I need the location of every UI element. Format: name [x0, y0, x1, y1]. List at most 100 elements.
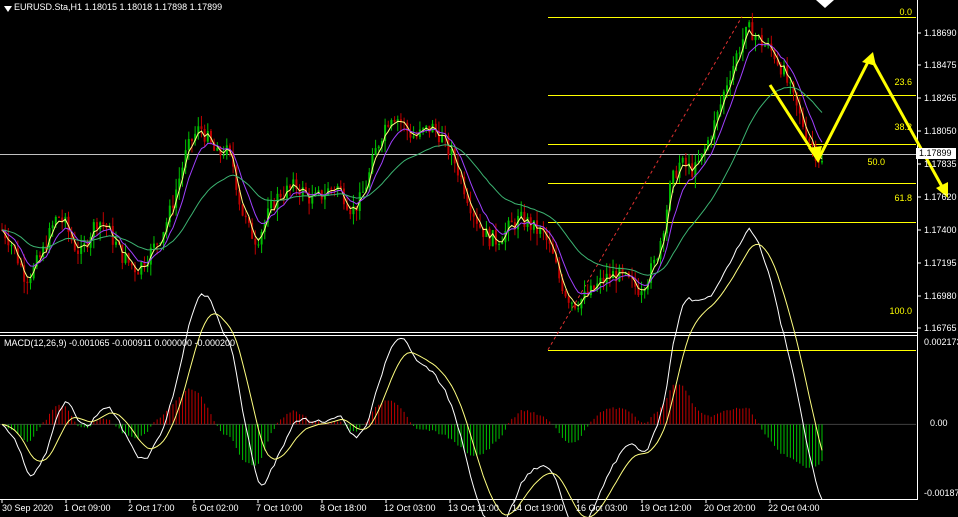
price-chart[interactable] [0, 0, 958, 517]
candle-body [491, 230, 494, 247]
candle-body [38, 255, 41, 258]
macd-main-line [1, 227, 823, 517]
chart-close-icon[interactable] [816, 0, 834, 8]
candle-body [10, 245, 13, 247]
candle-body [672, 170, 675, 184]
candle-body [349, 209, 352, 215]
candle-body [361, 191, 364, 193]
macd-header: MACD(12,26,9) -0.001065 -0.000911 0.0000… [4, 338, 235, 348]
current-price-tag: 1.17899 [916, 148, 956, 159]
candle-body [738, 52, 741, 54]
candle-body [441, 135, 444, 143]
candle-body [412, 136, 415, 138]
candle-body [114, 241, 117, 245]
fib-label: 50.0 [867, 157, 885, 167]
candle-body [206, 130, 209, 142]
candle-body [254, 238, 257, 245]
time-tick: 22 Oct 04:00 [768, 503, 820, 513]
candle-body [270, 200, 273, 209]
candle-body [121, 244, 124, 263]
candle-body [498, 244, 501, 246]
candlesticks [1, 12, 823, 316]
macd-lines [1, 227, 823, 517]
candle-body [289, 185, 292, 188]
candle-body [748, 22, 751, 28]
candle-body [57, 216, 60, 218]
projection-arrows[interactable] [768, 52, 948, 198]
candle-body [216, 148, 219, 151]
price-tick: 1.18690 [924, 28, 957, 38]
candle-body [241, 204, 244, 216]
candle-body [532, 220, 535, 230]
candle-body [510, 220, 513, 223]
candle-body [102, 222, 105, 225]
price-tick: 1.17835 [924, 159, 957, 169]
candle-body [808, 138, 811, 142]
macd-tick: 0.002173 [924, 337, 958, 347]
price-tick: 1.17400 [924, 225, 957, 235]
candle-body [95, 222, 98, 230]
candle-body [415, 136, 418, 138]
candle-body [726, 85, 729, 92]
candle-body [377, 146, 380, 149]
time-tick: 8 Oct 18:00 [320, 503, 367, 513]
candle-body [684, 157, 687, 167]
time-tick: 6 Oct 02:00 [192, 503, 239, 513]
candle-body [187, 139, 190, 151]
candle-body [222, 155, 225, 157]
price-tick: 1.18265 [924, 93, 957, 103]
fib-label: 100.0 [889, 306, 912, 316]
symbol-dropdown-icon[interactable] [4, 6, 12, 12]
price-tick: 1.16765 [924, 323, 957, 333]
candle-body [29, 278, 32, 284]
price-tick: 1.16980 [924, 291, 957, 301]
candle-body [140, 261, 143, 275]
candle-body [200, 126, 203, 129]
time-tick: 20 Oct 20:00 [704, 503, 756, 513]
candle-body [387, 124, 390, 127]
candle-body [26, 281, 29, 284]
fibonacci-levels[interactable] [548, 17, 916, 351]
candle-body [751, 22, 754, 41]
time-tick: 2 Oct 17:00 [128, 503, 175, 513]
time-tick: 1 Oct 09:00 [64, 503, 111, 513]
time-tick: 19 Oct 12:00 [640, 503, 692, 513]
candle-body [171, 205, 174, 208]
candle-body [244, 215, 247, 218]
macd-tick: 0.00 [930, 418, 948, 428]
candle-body [653, 259, 656, 264]
candle-body [257, 244, 260, 246]
price-tick: 1.18050 [924, 126, 957, 136]
candle-body [374, 148, 377, 156]
chart-window[interactable]: EURUSD.Sta,H1 1.18015 1.18018 1.17898 1.… [0, 0, 958, 517]
candle-body [821, 161, 823, 163]
fib-label: 61.8 [894, 193, 912, 203]
candle-body [330, 188, 333, 190]
candle-body [570, 302, 573, 304]
candle-body [567, 296, 570, 303]
time-tick: 7 Oct 10:00 [256, 503, 303, 513]
candle-body [754, 36, 757, 41]
candle-body [393, 120, 396, 122]
price-tick: 1.17620 [924, 192, 957, 202]
fib-label: 0.0 [899, 7, 912, 17]
candle-body [137, 272, 140, 275]
time-tick: 13 Oct 11:00 [448, 503, 499, 513]
candle-body [789, 82, 792, 84]
candle-body [152, 243, 155, 248]
time-tick: 14 Oct 19:00 [512, 503, 564, 513]
candle-body [675, 170, 678, 178]
candle-body [640, 291, 643, 296]
time-tick: 12 Oct 03:00 [384, 503, 436, 513]
price-tick: 1.18475 [924, 60, 957, 70]
time-tick: 16 Oct 03:00 [576, 503, 628, 513]
candle-body [681, 157, 684, 163]
candle-body [520, 211, 523, 216]
time-tick: 30 Sep 2020 [2, 503, 54, 513]
candle-body [460, 175, 463, 177]
candle-body [190, 139, 193, 142]
candle-body [51, 225, 54, 229]
macd-signal-line [1, 243, 823, 517]
candle-body [764, 45, 767, 47]
candle-body [501, 242, 504, 245]
